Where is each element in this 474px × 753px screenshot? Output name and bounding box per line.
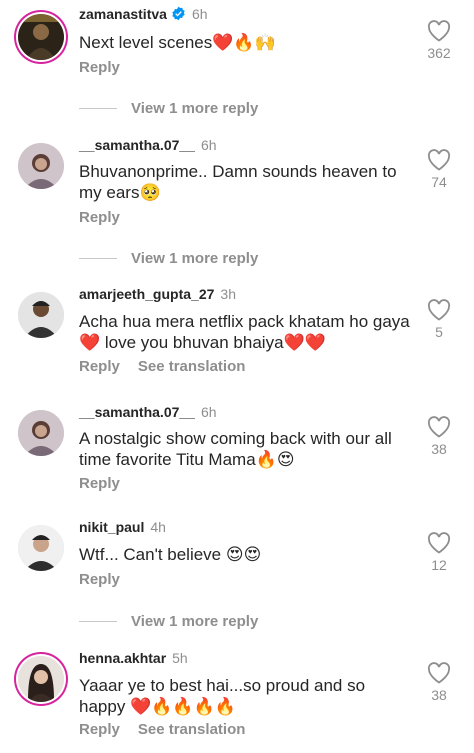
comment-time: 6h <box>200 137 217 153</box>
heart-icon[interactable] <box>427 20 451 42</box>
like-count: 38 <box>431 687 447 703</box>
comment-time: 6h <box>191 6 208 22</box>
comment-username[interactable]: nikit_paul <box>79 519 144 535</box>
comment-text: Yaaar ye to best hai...so proud and so h… <box>79 676 366 716</box>
reply-button[interactable]: Reply <box>79 475 120 492</box>
heart-icon[interactable] <box>427 532 451 554</box>
comment-username[interactable]: henna.akhtar <box>79 650 166 666</box>
verified-badge-icon <box>172 6 185 21</box>
like-count: 12 <box>431 557 447 573</box>
heart-icon[interactable] <box>427 149 451 171</box>
avatar[interactable] <box>18 656 64 702</box>
like-count: 362 <box>427 45 451 61</box>
comment-time: 6h <box>200 404 217 420</box>
comment-time: 3h <box>220 286 236 302</box>
avatar[interactable] <box>18 292 64 338</box>
like-count: 74 <box>431 174 447 190</box>
comment-time: 4h <box>150 519 166 535</box>
avatar[interactable] <box>18 143 64 189</box>
comment-text: Wtf... Can't believe 😍😍 <box>79 545 262 564</box>
like-count: 5 <box>435 324 443 340</box>
comment-username[interactable]: amarjeeth_gupta_27 <box>79 286 214 302</box>
comment-username[interactable]: __samantha.07__ <box>79 404 195 420</box>
like-count: 38 <box>431 441 447 457</box>
comment-text: A nostalgic show coming back with our al… <box>79 429 392 469</box>
reply-button[interactable]: Reply <box>79 721 120 738</box>
comment-time: 5h <box>172 650 188 666</box>
divider-line <box>79 257 117 259</box>
view-more-label: View 1 more reply <box>131 99 259 117</box>
reply-button[interactable]: Reply <box>79 571 120 588</box>
see-translation-button[interactable]: See translation <box>138 358 246 375</box>
view-more-replies[interactable]: View 1 more reply <box>79 611 258 631</box>
comment-text: Acha hua mera netflix pack khatam ho gay… <box>79 312 410 352</box>
comment-text: Bhuvanonprime.. Damn sounds heaven to my… <box>79 162 397 202</box>
view-more-replies[interactable]: View 1 more reply <box>79 98 258 118</box>
reply-button[interactable]: Reply <box>79 358 120 375</box>
avatar[interactable] <box>18 410 64 456</box>
comment-username[interactable]: zamanastitva <box>79 6 167 22</box>
view-more-label: View 1 more reply <box>131 612 259 630</box>
divider-line <box>79 620 117 622</box>
heart-icon[interactable] <box>427 416 451 438</box>
reply-button[interactable]: Reply <box>79 59 120 76</box>
comment-text: Next level scenes❤️🔥🙌 <box>79 33 276 52</box>
heart-icon[interactable] <box>427 299 451 321</box>
reply-button[interactable]: Reply <box>79 209 120 226</box>
heart-icon[interactable] <box>427 662 451 684</box>
avatar[interactable] <box>18 14 64 60</box>
divider-line <box>79 107 117 109</box>
view-more-replies[interactable]: View 1 more reply <box>79 248 258 268</box>
avatar[interactable] <box>18 525 64 571</box>
see-translation-button[interactable]: See translation <box>138 721 246 738</box>
view-more-label: View 1 more reply <box>131 249 259 267</box>
comment-username[interactable]: __samantha.07__ <box>79 137 195 153</box>
